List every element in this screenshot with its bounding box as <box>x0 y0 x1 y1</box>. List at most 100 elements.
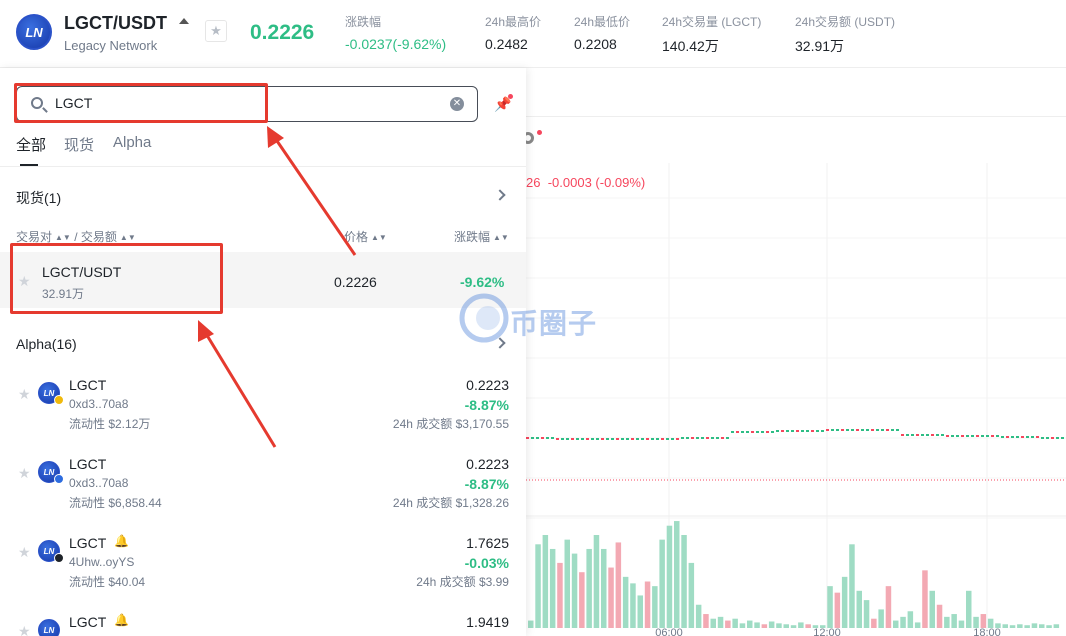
annotation-box-search <box>14 83 268 123</box>
column-change[interactable]: 涨跌幅 ▲▼ <box>454 228 509 245</box>
candle <box>871 429 874 431</box>
alpha-row[interactable]: ★ LN LGCT 🔔 1.9419 <box>0 605 526 636</box>
stat-volume: 24h交易量 (LGCT) 140.42万 <box>662 13 761 56</box>
star-icon[interactable]: ★ <box>18 386 31 403</box>
candle <box>721 437 724 439</box>
candle <box>1036 436 1039 438</box>
candle <box>976 435 979 437</box>
candle <box>626 438 629 440</box>
volume-bar <box>739 623 746 628</box>
candle <box>901 434 904 436</box>
volume-bar <box>717 616 724 628</box>
column-volume-label: 交易额 <box>80 230 117 244</box>
candle <box>666 438 669 440</box>
candle <box>526 437 529 439</box>
chain-badge-icon <box>54 395 64 405</box>
candle <box>941 434 944 436</box>
volume-bar <box>674 521 680 628</box>
caret-up-icon[interactable] <box>179 18 189 24</box>
row-change: -9.62% <box>460 274 505 290</box>
candle <box>731 431 734 433</box>
alpha-row[interactable]: ★ LN LGCT 0xd3..70a8 流动性 $6,858.44 0.222… <box>0 447 526 526</box>
tab-all[interactable]: 全部 <box>16 134 46 155</box>
bell-icon: 🔔 <box>114 534 129 548</box>
favorite-star-button[interactable]: ★ <box>205 20 227 42</box>
candle <box>856 429 859 431</box>
candle <box>766 431 769 433</box>
star-icon[interactable]: ★ <box>18 544 31 561</box>
stat-label: 涨跌幅 <box>345 15 382 29</box>
volume-bar <box>885 586 892 628</box>
volume-bar <box>549 548 556 628</box>
candle <box>1056 437 1059 439</box>
volume-bar <box>1017 624 1023 628</box>
candle <box>1061 437 1064 439</box>
volume-bar <box>557 562 563 628</box>
stat-value: 140.42万 <box>662 38 719 54</box>
volume-bar <box>747 620 753 628</box>
pin-notification-dot <box>508 94 513 99</box>
volume-bar <box>798 622 804 628</box>
row-price: 0.2226 <box>334 274 377 290</box>
ohlc-prefix: 26 <box>526 175 541 190</box>
candle <box>596 438 599 440</box>
candle <box>776 430 779 432</box>
volume-bar <box>834 592 841 628</box>
volume-bar <box>754 622 760 628</box>
candle <box>811 430 814 432</box>
candle <box>861 429 864 431</box>
column-price[interactable]: 价格 ▲▼ <box>344 228 387 245</box>
tab-alpha[interactable]: Alpha <box>113 134 151 151</box>
last-price: 0.2226 <box>250 21 315 44</box>
candle <box>836 429 839 431</box>
tabs-divider <box>0 166 526 167</box>
candle <box>646 438 649 440</box>
alpha-section-title[interactable]: Alpha(16) <box>16 336 77 352</box>
candle <box>1041 437 1044 439</box>
alpha-row[interactable]: ★ LN LGCT 0xd3..70a8 流动性 $2.12万 0.2223 -… <box>0 368 526 447</box>
star-icon[interactable]: ★ <box>18 465 31 482</box>
token-24h-volume: 24h 成交额 $3,170.55 <box>392 417 509 431</box>
token-price: 1.9419 <box>466 614 509 630</box>
candle <box>966 435 969 437</box>
volume-bar <box>659 539 665 628</box>
clear-icon[interactable]: ✕ <box>450 97 464 111</box>
kline-chart[interactable]: 06:00 12:00 18:00 <box>526 68 1066 636</box>
token-name: LGCT <box>69 456 107 472</box>
candle <box>906 434 909 436</box>
alpha-row[interactable]: ★ LN LGCT 🔔 4Uhw..oyYS 流动性 $40.04 1.7625… <box>0 526 526 605</box>
star-icon[interactable]: ★ <box>18 623 31 636</box>
volume-bar <box>1031 623 1038 628</box>
candle <box>716 437 719 439</box>
legacy-network-logo: LN <box>16 14 52 50</box>
candle <box>601 438 604 440</box>
spot-section-title[interactable]: 现货(1) <box>16 188 61 208</box>
candle <box>921 434 924 436</box>
chevron-right-icon[interactable] <box>494 189 506 201</box>
candle <box>691 437 694 439</box>
candle <box>826 429 829 431</box>
candle <box>791 430 794 432</box>
candle <box>741 431 744 433</box>
time-axis-label: 18:00 <box>973 627 1001 636</box>
volume-bar <box>615 542 622 628</box>
bell-icon: 🔔 <box>114 613 129 627</box>
candle <box>696 437 699 439</box>
candle <box>681 437 684 439</box>
volume-bar <box>907 611 914 628</box>
stat-label: 24h最高价 <box>485 15 542 29</box>
volume-bar <box>725 620 731 628</box>
candle <box>536 437 539 439</box>
candle <box>586 438 589 440</box>
candle <box>676 438 679 440</box>
candle <box>756 431 759 433</box>
token-liquidity: 流动性 $2.12万 <box>69 417 151 431</box>
notification-dot <box>537 130 542 135</box>
stat-label: 24h交易额 (USDT) <box>795 15 896 29</box>
pair-title[interactable]: LGCT/USDT <box>64 13 167 34</box>
token-name: LGCT <box>69 377 107 393</box>
tab-spot[interactable]: 现货 <box>64 134 94 155</box>
candle <box>931 434 934 436</box>
candle <box>876 429 879 431</box>
candle <box>566 438 569 440</box>
